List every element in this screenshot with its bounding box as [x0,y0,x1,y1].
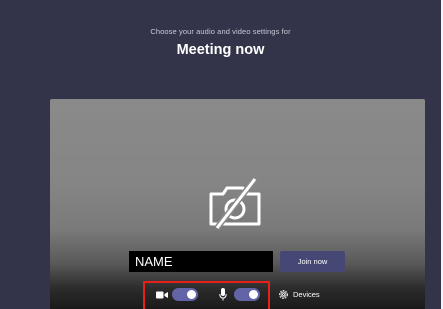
redaction-bar [181,253,271,270]
video-toggle-knob [187,290,196,299]
microphone-icon [219,288,227,301]
name-input-value: NAME [135,254,173,269]
gear-icon[interactable] [278,289,289,300]
name-input[interactable]: NAME [129,251,273,272]
camera-off-icon [209,177,261,230]
video-camera-icon [156,291,168,299]
settings-subtitle: Choose your audio and video settings for [150,27,291,36]
join-now-button[interactable]: Join now [280,251,345,272]
audio-toggle[interactable] [234,288,260,301]
pre-join-window: Choose your audio and video settings for… [0,0,443,309]
video-toggle[interactable] [172,288,198,301]
devices-button[interactable]: Devices [293,289,320,300]
audio-toggle-knob [249,290,258,299]
meeting-title: Meeting now [176,42,265,58]
